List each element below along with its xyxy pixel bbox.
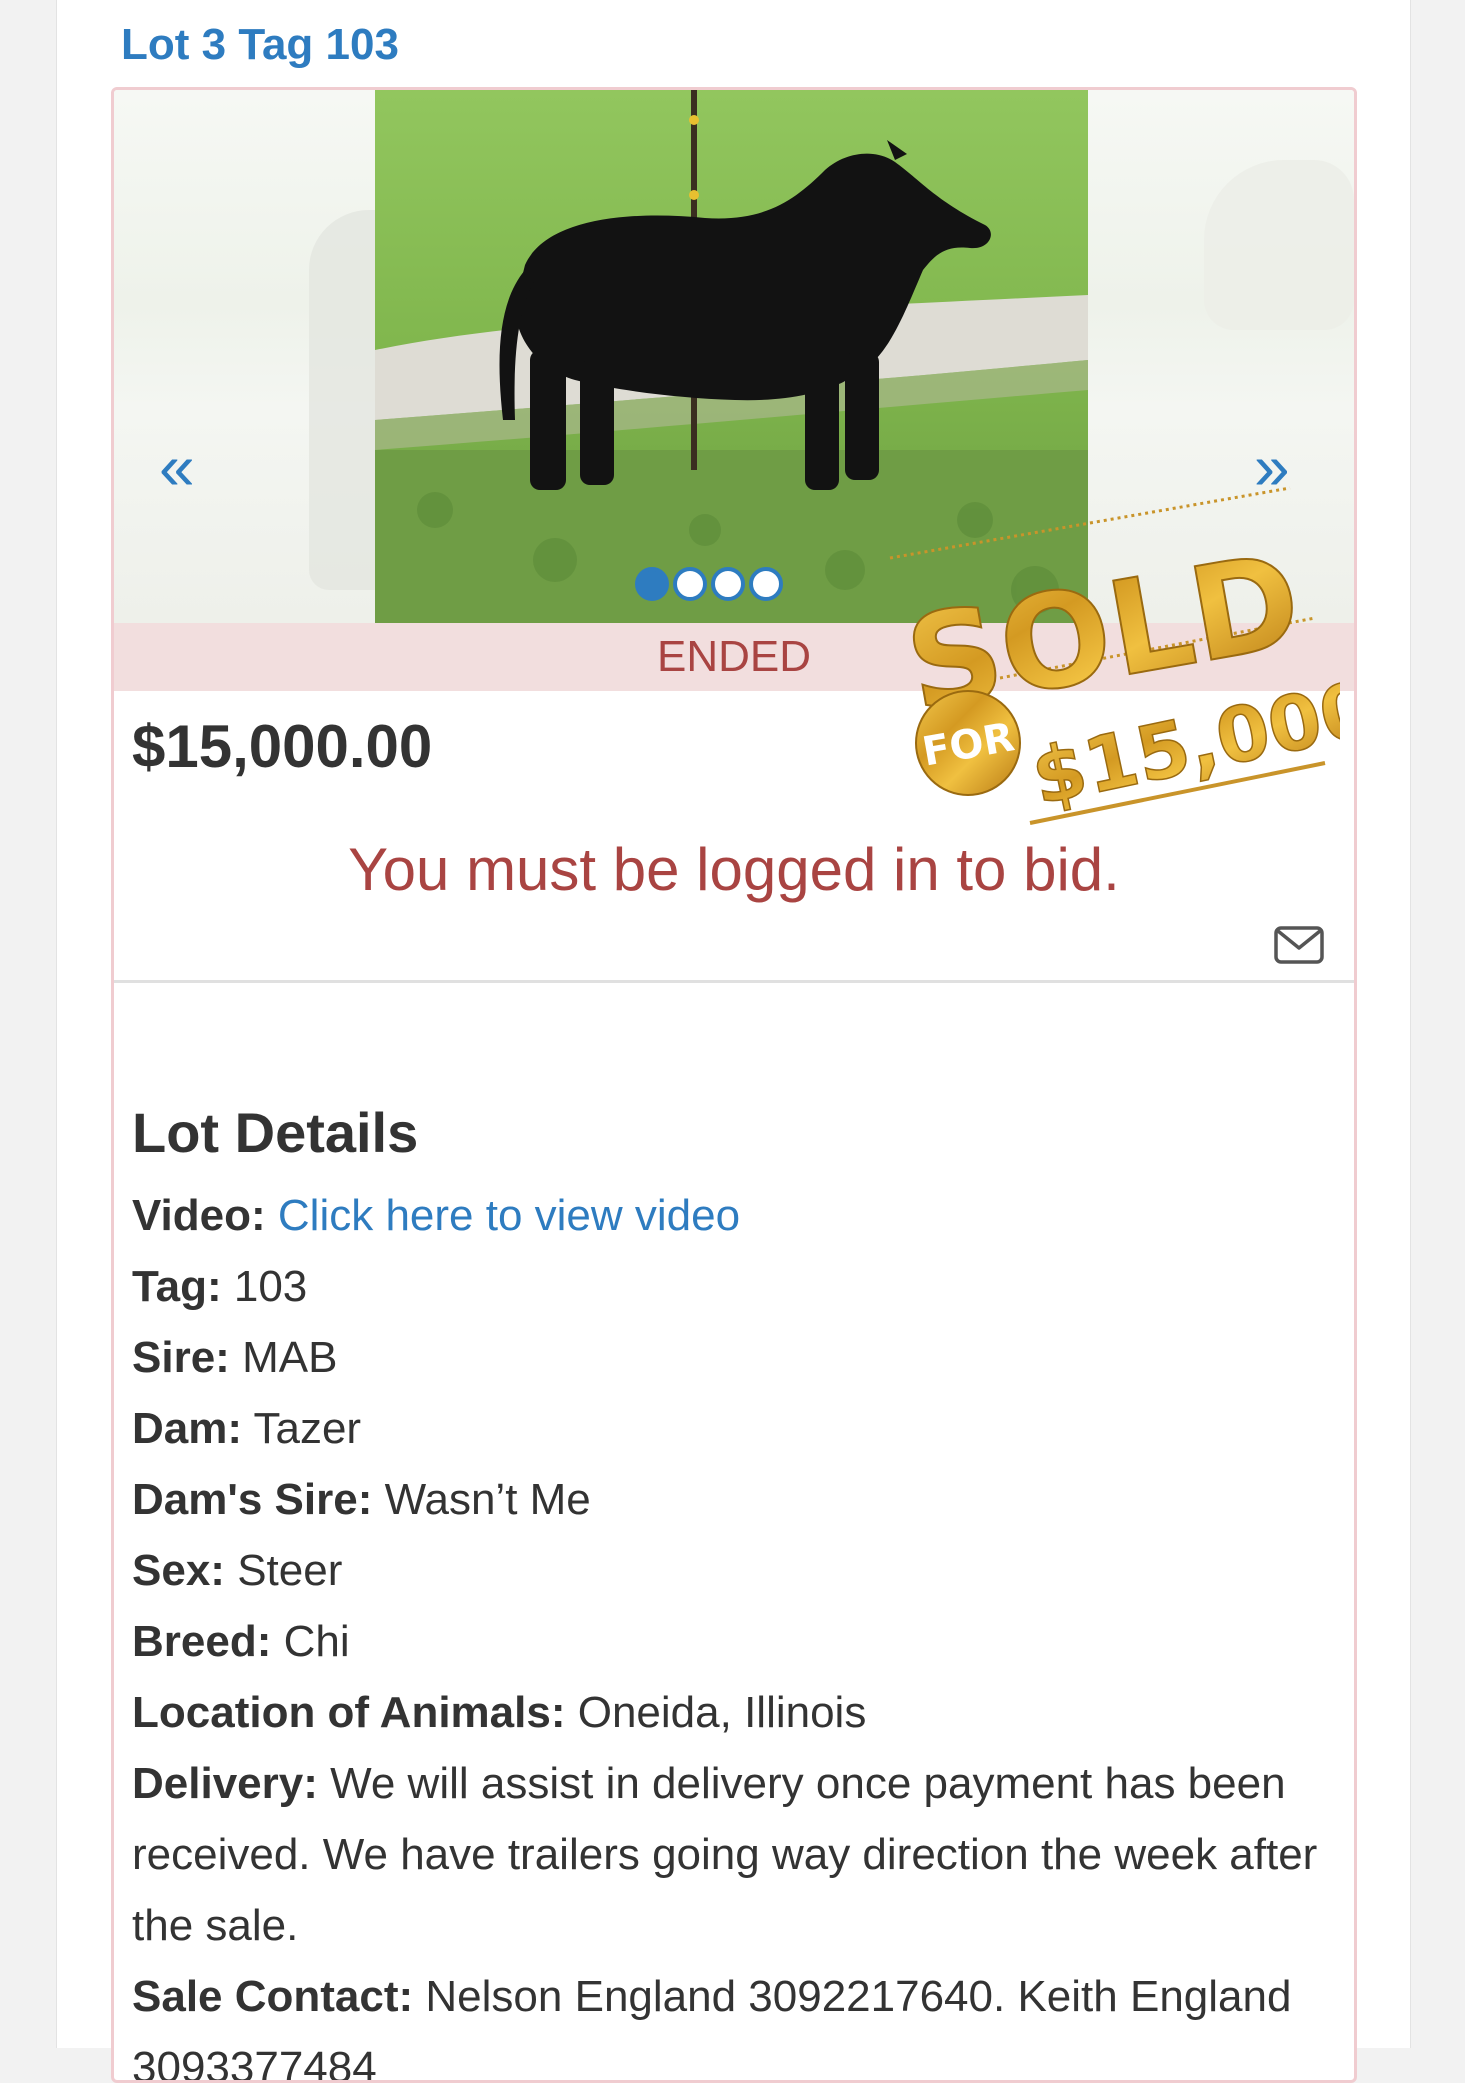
lot-details-list: Video: Click here to view video Tag: 103… — [132, 1180, 1332, 2080]
detail-delivery: Delivery: We will assist in delivery onc… — [132, 1748, 1332, 1961]
detail-location: Location of Animals: Oneida, Illinois — [132, 1677, 1332, 1748]
section-divider — [114, 980, 1354, 983]
detail-label: Sale Contact: — [132, 1972, 414, 2021]
detail-value: Wasn’t Me — [384, 1475, 591, 1524]
detail-value: Chi — [283, 1617, 350, 1666]
detail-value: 103 — [233, 1262, 308, 1311]
login-required-message: You must be logged in to bid. — [348, 836, 1120, 903]
detail-label: Video: — [132, 1191, 266, 1240]
detail-label: Dam: — [132, 1404, 243, 1453]
detail-label: Sire: — [132, 1333, 230, 1382]
envelope-icon[interactable] — [1274, 926, 1324, 964]
detail-breed: Breed: Chi — [132, 1606, 1332, 1677]
carousel-dot-3[interactable] — [711, 567, 745, 601]
lot-card: « » ENDED $15,000.00 You must be logged … — [111, 87, 1357, 2083]
sold-badge-icon: SOLD FOR $15,000 — [860, 478, 1382, 838]
detail-dam: Dam: Tazer — [132, 1393, 1332, 1464]
detail-video: Video: Click here to view video — [132, 1180, 1332, 1251]
detail-sex: Sex: Steer — [132, 1535, 1332, 1606]
detail-tag: Tag: 103 — [132, 1251, 1332, 1322]
detail-value: Oneida, Illinois — [577, 1688, 867, 1737]
adjacent-slide-right — [1204, 160, 1354, 330]
lot-price: $15,000.00 — [132, 713, 433, 780]
detail-label: Dam's Sire: — [132, 1475, 373, 1524]
detail-label: Sex: — [132, 1546, 225, 1595]
detail-value: Tazer — [253, 1404, 362, 1453]
lot-title: Lot 3 Tag 103 — [121, 20, 399, 69]
carousel-dot-2[interactable] — [673, 567, 707, 601]
detail-sale-contact: Sale Contact: Nelson England 3092217640.… — [132, 1961, 1332, 2080]
carousel-indicators — [635, 567, 783, 601]
video-link[interactable]: Click here to view video — [278, 1191, 740, 1240]
carousel-dot-4[interactable] — [749, 567, 783, 601]
detail-label: Location of Animals: — [132, 1688, 566, 1737]
carousel-dot-1[interactable] — [635, 567, 669, 601]
carousel-prev-button[interactable]: « — [159, 435, 195, 499]
detail-value: MAB — [242, 1333, 338, 1382]
chevron-double-left-icon: « — [159, 431, 195, 503]
detail-label: Breed: — [132, 1617, 272, 1666]
detail-label: Delivery: — [132, 1759, 318, 1808]
detail-dams-sire: Dam's Sire: Wasn’t Me — [132, 1464, 1332, 1535]
detail-label: Tag: — [132, 1262, 222, 1311]
detail-value: Steer — [237, 1546, 343, 1595]
detail-sire: Sire: MAB — [132, 1322, 1332, 1393]
lot-details-heading: Lot Details — [132, 1101, 419, 1164]
